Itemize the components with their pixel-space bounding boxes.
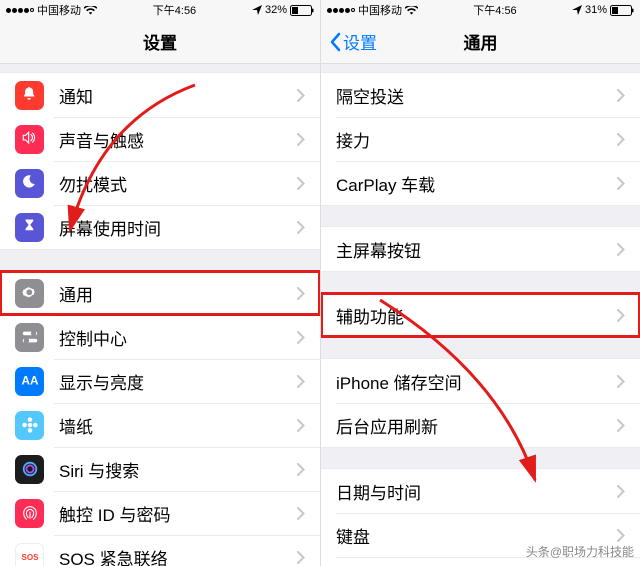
row-airdrop[interactable]: 隔空投送 bbox=[321, 73, 640, 117]
row-sounds[interactable]: 声音与触感 bbox=[0, 117, 320, 161]
row-screentime[interactable]: 屏幕使用时间 bbox=[0, 205, 320, 249]
row-label: 通用 bbox=[59, 281, 297, 306]
wifi-icon bbox=[405, 6, 418, 15]
nav-title: 设置 bbox=[143, 29, 177, 54]
chevron-right-icon bbox=[297, 221, 305, 234]
carrier-label: 中国移动 bbox=[37, 2, 81, 18]
row-label: 勿扰模式 bbox=[59, 171, 297, 196]
nav-bar: 设置 通用 bbox=[321, 20, 640, 64]
gear-icon bbox=[15, 279, 44, 308]
speaker-icon bbox=[15, 125, 44, 154]
general-list[interactable]: 隔空投送接力 CarPlay 车载主屏幕按钮辅助功能 iPhone 储存空间后台应用… bbox=[321, 64, 640, 566]
row-label: 显示与亮度 bbox=[59, 369, 297, 394]
row-label: 日期与时间 bbox=[336, 479, 617, 504]
row-label: 墙纸 bbox=[59, 413, 297, 438]
battery-icon bbox=[290, 5, 314, 16]
status-bar: 中国移动 下午4:56 31% bbox=[321, 0, 640, 20]
row-display[interactable]: AA 显示与亮度 bbox=[0, 359, 320, 403]
row-wallpaper[interactable]: 墙纸 bbox=[0, 403, 320, 447]
chevron-right-icon bbox=[297, 375, 305, 388]
row-dnd[interactable]: 勿扰模式 bbox=[0, 161, 320, 205]
chevron-right-icon bbox=[617, 133, 625, 146]
chevron-right-icon bbox=[297, 419, 305, 432]
time-label: 下午4:56 bbox=[473, 2, 516, 18]
chevron-right-icon bbox=[297, 463, 305, 476]
row-label: 声音与触感 bbox=[59, 127, 297, 152]
chevron-right-icon bbox=[297, 287, 305, 300]
row-sos[interactable]: SOS SOS 紧急联络 bbox=[0, 535, 320, 566]
sos-icon: SOS bbox=[15, 543, 44, 566]
chevron-right-icon bbox=[297, 133, 305, 146]
chevron-right-icon bbox=[297, 89, 305, 102]
svg-text:SOS: SOS bbox=[21, 553, 39, 562]
aa-icon: AA bbox=[15, 367, 44, 396]
row-label: 触控 ID 与密码 bbox=[59, 501, 297, 526]
row-background-refresh[interactable]: 后台应用刷新 bbox=[321, 403, 640, 447]
location-icon bbox=[572, 5, 582, 15]
switches-icon bbox=[15, 323, 44, 352]
chevron-right-icon bbox=[617, 177, 625, 190]
chevron-right-icon bbox=[297, 551, 305, 564]
row-carplay[interactable]: CarPlay 车载 bbox=[321, 161, 640, 205]
row-label: iPhone 储存空间 bbox=[336, 369, 617, 394]
chevron-right-icon bbox=[617, 529, 625, 542]
chevron-right-icon bbox=[297, 331, 305, 344]
row-handoff[interactable]: 接力 bbox=[321, 117, 640, 161]
back-label: 设置 bbox=[343, 29, 377, 54]
row-label: 控制中心 bbox=[59, 325, 297, 350]
row-label: 屏幕使用时间 bbox=[59, 215, 297, 240]
row-date-time[interactable]: 日期与时间 bbox=[321, 469, 640, 513]
location-icon bbox=[252, 5, 262, 15]
row-label: 隔空投送 bbox=[336, 83, 617, 108]
signal-icon bbox=[6, 8, 34, 13]
chevron-right-icon bbox=[617, 485, 625, 498]
chevron-right-icon bbox=[617, 309, 625, 322]
chevron-right-icon bbox=[617, 419, 625, 432]
bell-icon bbox=[15, 81, 44, 110]
watermark: 头条@职场力科技能 bbox=[526, 543, 634, 560]
chevron-left-icon bbox=[329, 32, 341, 52]
row-label: 后台应用刷新 bbox=[336, 413, 617, 438]
row-home-button[interactable]: 主屏幕按钮 bbox=[321, 227, 640, 271]
chevron-right-icon bbox=[297, 507, 305, 520]
svg-text:AA: AA bbox=[21, 375, 38, 388]
row-label: 主屏幕按钮 bbox=[336, 237, 617, 262]
status-bar: 中国移动 下午4:56 32% bbox=[0, 0, 320, 20]
settings-list[interactable]: 通知声音与触感勿扰模式屏幕使用时间通用控制中心 AA 显示与亮度墙纸 Siri 与搜索… bbox=[0, 64, 320, 566]
back-button[interactable]: 设置 bbox=[329, 29, 377, 54]
chevron-right-icon bbox=[297, 177, 305, 190]
nav-bar: 设置 bbox=[0, 20, 320, 64]
row-label: 辅助功能 bbox=[336, 303, 617, 328]
chevron-right-icon bbox=[617, 375, 625, 388]
chevron-right-icon bbox=[617, 89, 625, 102]
signal-icon bbox=[327, 8, 355, 13]
row-iphone-storage[interactable]: iPhone 储存空间 bbox=[321, 359, 640, 403]
battery-pct: 32% bbox=[265, 4, 287, 16]
row-accessibility[interactable]: 辅助功能 bbox=[321, 293, 640, 337]
row-control-center[interactable]: 控制中心 bbox=[0, 315, 320, 359]
row-label: Siri 与搜索 bbox=[59, 457, 297, 482]
carrier-label: 中国移动 bbox=[358, 2, 402, 18]
nav-title: 通用 bbox=[464, 29, 498, 54]
finger-icon bbox=[15, 499, 44, 528]
hourglass-icon bbox=[15, 213, 44, 242]
right-screenshot: 中国移动 下午4:56 31% 设置 通用 隔空投送接力 CarPlay 车载主屏… bbox=[320, 0, 640, 566]
row-touchid[interactable]: 触控 ID 与密码 bbox=[0, 491, 320, 535]
siri-icon bbox=[15, 455, 44, 484]
row-notifications[interactable]: 通知 bbox=[0, 73, 320, 117]
flower-icon bbox=[15, 411, 44, 440]
row-label: CarPlay 车载 bbox=[336, 171, 617, 196]
battery-icon bbox=[610, 5, 634, 16]
row-label: 接力 bbox=[336, 127, 617, 152]
row-label: SOS 紧急联络 bbox=[59, 545, 297, 566]
row-label: 通知 bbox=[59, 83, 297, 108]
battery-pct: 31% bbox=[585, 4, 607, 16]
row-general[interactable]: 通用 bbox=[0, 271, 320, 315]
wifi-icon bbox=[84, 6, 97, 15]
left-screenshot: 中国移动 下午4:56 32% 设置 通知声音与触感勿扰模式屏幕使用时间通用控制… bbox=[0, 0, 320, 566]
row-siri[interactable]: Siri 与搜索 bbox=[0, 447, 320, 491]
moon-icon bbox=[15, 169, 44, 198]
chevron-right-icon bbox=[617, 243, 625, 256]
time-label: 下午4:56 bbox=[153, 2, 196, 18]
